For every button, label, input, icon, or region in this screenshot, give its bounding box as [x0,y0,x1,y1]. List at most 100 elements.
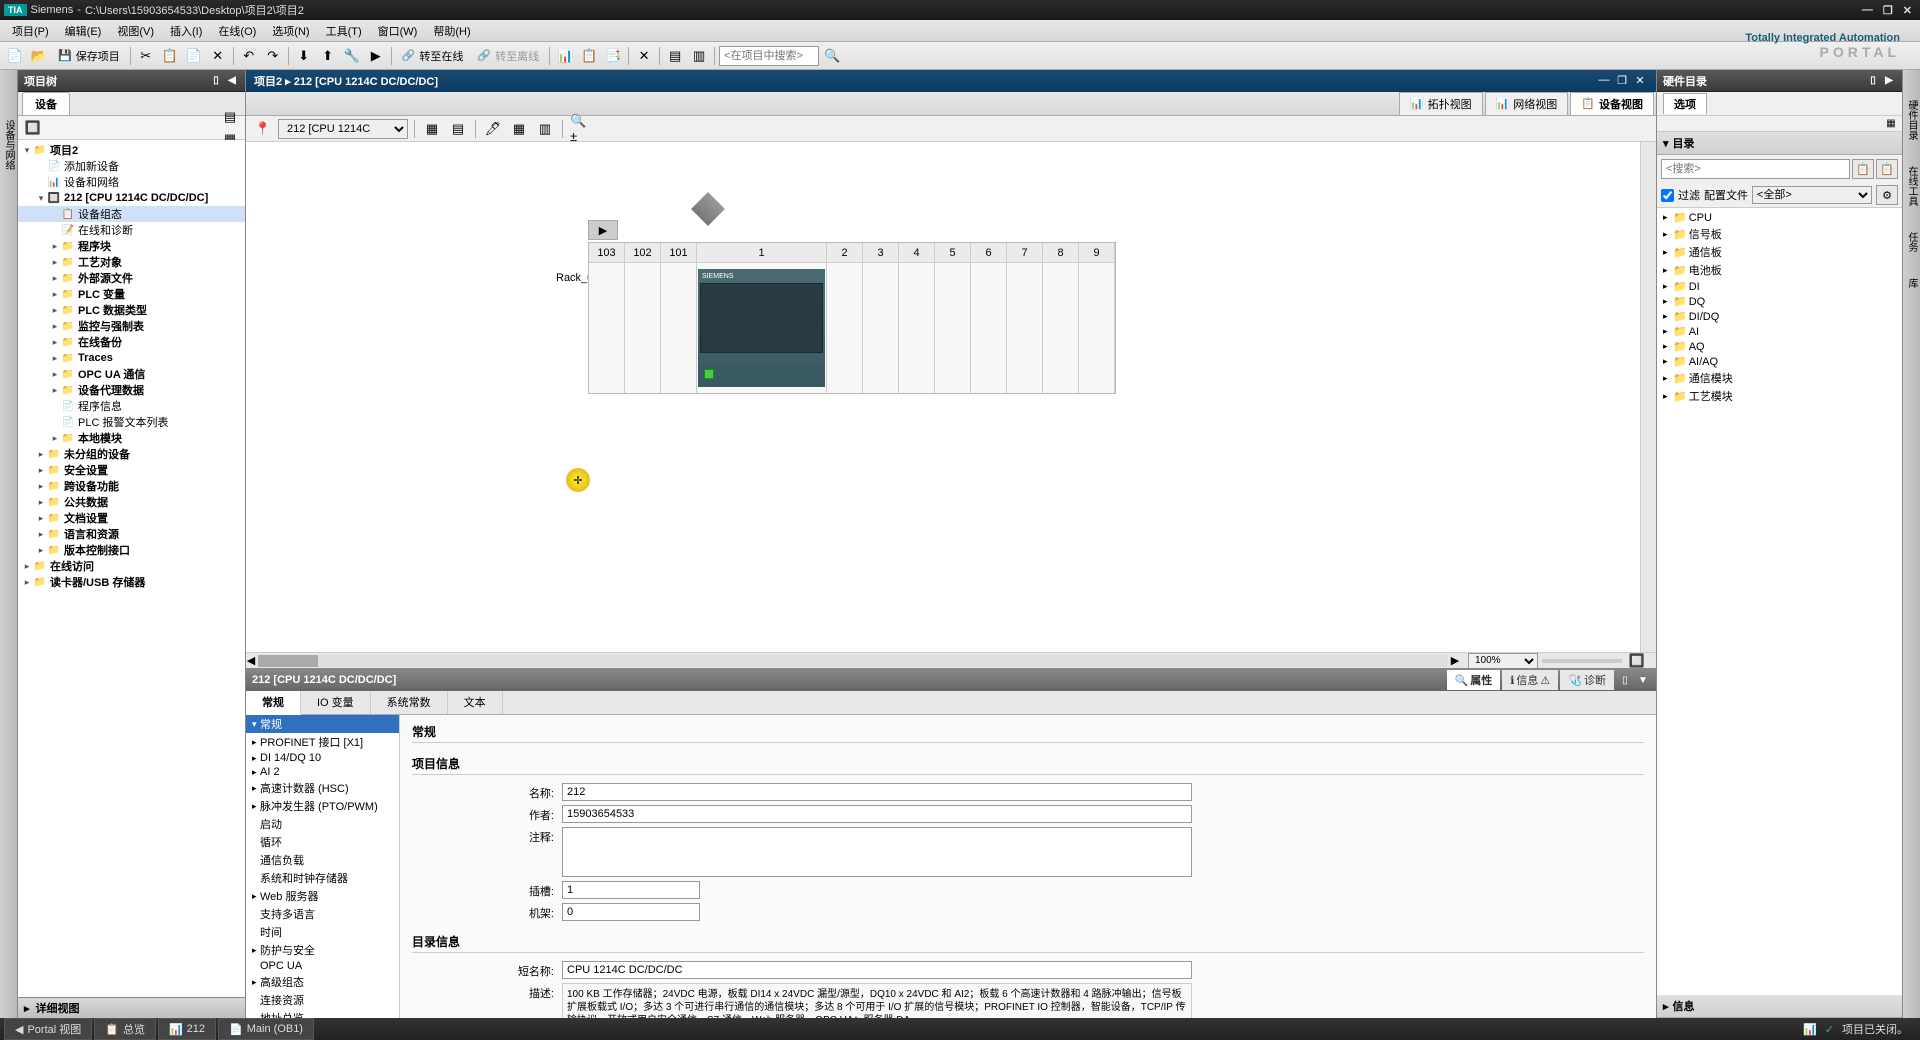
redo-icon[interactable]: ↷ [262,45,284,67]
tree-node[interactable]: ▸📁外部源文件 [18,270,245,286]
go-online-button[interactable]: 🔗 转至在线 [396,48,470,64]
props-nav-item[interactable]: 系统和时钟存储器 [246,869,399,887]
props-nav-item[interactable]: ▸AI 2 [246,765,399,779]
hw-category-node[interactable]: ▸📁信号板 [1659,225,1900,243]
device-canvas[interactable]: ▶ Rack_0 103102101123456789 SIEMENS [246,142,1656,652]
tree-node[interactable]: ▸📁在线备份 [18,334,245,350]
dt-icon-3[interactable]: 🖊 [482,118,504,140]
tree-node[interactable]: ▸📁工艺对象 [18,254,245,270]
device-nav-icon[interactable]: 📍 [252,118,274,140]
copy-icon[interactable]: 📋 [159,45,181,67]
hw-category-node[interactable]: ▸📁电池板 [1659,261,1900,279]
upload-icon[interactable]: ⬆ [317,45,339,67]
rack-slot-body[interactable] [971,263,1007,393]
hw-collapse-icon[interactable]: ▯ [1866,74,1880,88]
scrollbar-h[interactable] [258,655,1448,667]
device-3d-icon[interactable] [691,192,725,226]
plc-module[interactable]: SIEMENS [698,269,825,387]
hw-category-node[interactable]: ▸📁通信板 [1659,243,1900,261]
hw-category-node[interactable]: ▸📁AI [1659,324,1900,339]
properties-nav[interactable]: ▾常规▸PROFINET 接口 [X1]▸DI 14/DQ 10▸AI 2▸高速… [246,715,400,1018]
tree-node[interactable]: ▸📁未分组的设备 [18,446,245,462]
props-nav-item[interactable]: ▸PROFINET 接口 [X1] [246,733,399,751]
tree-node[interactable]: ▸📁文档设置 [18,510,245,526]
tree-body[interactable]: ▾📁项目2📄添加新设备📊设备和网络▾🔲212 [CPU 1214C DC/DC/… [18,140,245,997]
open-project-icon[interactable]: 📂 [28,45,50,67]
vtab-devices-networks[interactable]: 设备与网络 [0,110,18,180]
detail-header[interactable]: ▸ 详细视图 [18,998,245,1018]
props-nav-item[interactable]: ▸脉冲发生器 (PTO/PWM) [246,797,399,815]
tb-icon-2[interactable]: 📋 [578,45,600,67]
tb-icon-3[interactable]: 📑 [602,45,624,67]
tree-node[interactable]: 📊设备和网络 [18,174,245,190]
rack-slot-body[interactable] [625,263,661,393]
status-device[interactable]: 📊 212 [158,1018,216,1040]
props-nav-item[interactable]: 地址总览 [246,1009,399,1018]
props-nav-item[interactable]: 时间 [246,923,399,941]
props-nav-item[interactable]: 启动 [246,815,399,833]
hw-search-input[interactable] [1661,159,1850,179]
tree-view-icon-1[interactable]: ▤ [219,106,241,128]
tree-node[interactable]: 📋设备组态 [18,206,245,222]
hw-opt-icon[interactable]: ▦ [1884,116,1898,130]
tree-node[interactable]: ▸📁安全设置 [18,462,245,478]
menu-item[interactable]: 视图(V) [109,21,162,41]
tree-node[interactable]: ▸📁设备代理数据 [18,382,245,398]
tab-network[interactable]: 📊 网络视图 [1485,92,1569,116]
layout-icon-2[interactable]: ▥ [688,45,710,67]
tab-topology[interactable]: 📊 拓扑视图 [1399,92,1483,116]
input-comment[interactable] [562,827,1192,877]
hide-icon[interactable]: ◀ [225,74,239,88]
dt-icon-5[interactable]: ▥ [534,118,556,140]
tab-devices[interactable]: 设备 [22,92,70,115]
tree-node[interactable]: ▸📁在线访问 [18,558,245,574]
input-rack[interactable] [562,903,700,921]
dt-icon-1[interactable]: ▦ [421,118,443,140]
props-nav-item[interactable]: ▸高速计数器 (HSC) [246,779,399,797]
canvas-scrollbar-v[interactable] [1640,142,1656,652]
hw-catalog-section[interactable]: ▾ 目录 [1657,132,1902,155]
hw-category-node[interactable]: ▸📁AI/AQ [1659,354,1900,369]
props-nav-item[interactable]: ▸防护与安全 [246,941,399,959]
rack-slot-body[interactable] [935,263,971,393]
vtab-online-tools[interactable]: 在线工具 [1902,156,1920,216]
hw-profile-select[interactable]: <全部> [1752,186,1872,204]
tree-node[interactable]: ▸📁OPC UA 通信 [18,366,245,382]
tree-node[interactable]: ▸📁跨设备功能 [18,478,245,494]
doc-minimize-icon[interactable]: — [1596,74,1612,88]
props-main-tab[interactable]: 系统常数 [371,691,448,714]
layout-icon-1[interactable]: ▤ [664,45,686,67]
hw-category-node[interactable]: ▸📁DQ [1659,294,1900,309]
rack-slot-body[interactable] [1079,263,1115,393]
hw-options-tab[interactable]: 选项 [1663,93,1707,114]
input-slot[interactable] [562,881,700,899]
props-nav-item[interactable]: 通信负载 [246,851,399,869]
compile-icon[interactable]: 🔧 [341,45,363,67]
tree-node[interactable]: 📝在线和诊断 [18,222,245,238]
tb-icon-1[interactable]: 📊 [554,45,576,67]
hw-search-btn-2[interactable]: 📋 [1876,159,1898,179]
scroll-right-icon[interactable]: ▶ [1450,654,1460,667]
props-nav-item[interactable]: 循环 [246,833,399,851]
rack-arrow-button[interactable]: ▶ [588,220,618,240]
zoom-slider[interactable] [1542,659,1622,663]
tree-node[interactable]: ▾📁项目2 [18,142,245,158]
props-collapse-icon[interactable]: ▯ [1618,673,1632,687]
hw-category-node[interactable]: ▸📁DI/DQ [1659,309,1900,324]
menu-item[interactable]: 插入(I) [162,21,210,41]
rack-slot-body[interactable] [1007,263,1043,393]
menu-item[interactable]: 选项(N) [264,21,317,41]
download-icon[interactable]: ⬇ [293,45,315,67]
rack-slot-body[interactable] [589,263,625,393]
tree-node[interactable]: 📄PLC 报警文本列表 [18,414,245,430]
hw-filter-btn[interactable]: ⚙ [1876,185,1898,205]
props-down-icon[interactable]: ▼ [1636,673,1650,687]
htab-info[interactable]: ℹ 信息 ⚠ [1502,670,1558,690]
minimize-button[interactable]: — [1858,4,1877,17]
status-portal-view[interactable]: ◀ Portal 视图 [4,1018,92,1040]
hw-category-node[interactable]: ▸📁工艺模块 [1659,387,1900,405]
menu-item[interactable]: 帮助(H) [425,21,478,41]
menu-item[interactable]: 编辑(E) [57,21,110,41]
hw-category-node[interactable]: ▸📁通信模块 [1659,369,1900,387]
tree-node[interactable]: ▸📁监控与强制表 [18,318,245,334]
